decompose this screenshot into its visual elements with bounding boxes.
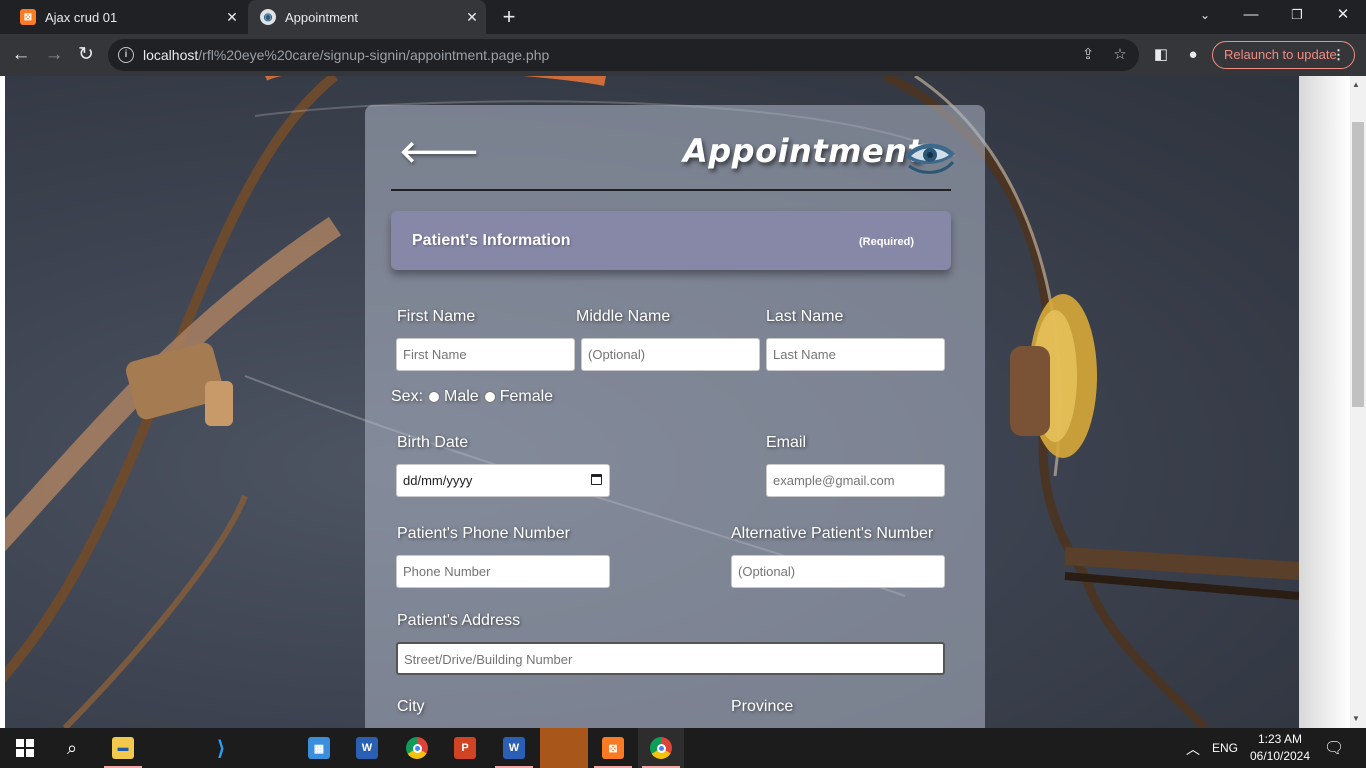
alt-phone-input[interactable]: (Optional)	[731, 555, 945, 588]
sex-field: Sex: Male Female	[391, 388, 553, 406]
word-button[interactable]: W	[344, 728, 390, 768]
windows-logo-icon	[16, 739, 34, 757]
menu-icon[interactable]: ⋮	[1332, 42, 1345, 68]
folder-icon: ▬	[112, 737, 134, 759]
minimize-button[interactable]: —	[1228, 0, 1274, 32]
page-viewport: ▲ ▼ 🡐 Appointment Patient's Information …	[0, 76, 1366, 728]
url-host: localhost	[143, 47, 199, 63]
chrome-icon	[650, 737, 672, 759]
chrome-window-button[interactable]	[638, 728, 684, 768]
address-input[interactable]: Street/Drive/Building Number	[396, 642, 945, 675]
tab-search-icon[interactable]: ⌄	[1182, 0, 1228, 32]
page-title: Appointment	[683, 132, 924, 170]
phone-label: Patient's Phone Number	[397, 525, 570, 542]
eye-care-logo-icon	[905, 143, 955, 174]
chevron-up-icon[interactable]: ︿	[1186, 739, 1200, 759]
close-icon[interactable]: ✕	[458, 9, 486, 26]
page-margin	[1299, 76, 1350, 728]
browser-toolbar: ← → ↻ i localhost/rfl%20eye%20care/signu…	[0, 34, 1366, 76]
profile-icon[interactable]: ●	[1182, 44, 1204, 66]
back-button[interactable]: ←	[8, 42, 34, 68]
email-label: Email	[766, 434, 807, 451]
search-icon: ⌕	[66, 737, 78, 758]
city-label: City	[397, 698, 425, 715]
tab-title: Ajax crud 01	[45, 9, 118, 25]
share-icon[interactable]: ⇪	[1078, 45, 1098, 65]
alt-phone-label: Alternative Patient's Number	[731, 525, 934, 542]
scrollbar-thumb[interactable]	[1352, 122, 1364, 407]
female-label[interactable]: Female	[500, 388, 553, 406]
address-bar[interactable]: i localhost/rfl%20eye%20care/signup-sign…	[108, 39, 1139, 71]
taskbar-highlight[interactable]	[540, 728, 588, 768]
chrome-icon	[406, 737, 428, 759]
tab-appointment[interactable]: ◉ Appointment ✕	[248, 0, 486, 34]
close-window-button[interactable]: ✕	[1320, 0, 1366, 32]
scroll-up-arrow-icon[interactable]: ▲	[1352, 80, 1360, 89]
male-radio[interactable]	[428, 391, 441, 403]
close-icon[interactable]: ✕	[218, 9, 246, 26]
control-panel-icon: ▦	[308, 737, 330, 759]
file-explorer-button[interactable]: ▬	[100, 728, 146, 768]
notification-icon[interactable]: 🗨	[1324, 738, 1344, 758]
appointment-form-card: 🡐 Appointment Patient's Information (Req…	[365, 105, 985, 728]
tab-title: Appointment	[285, 9, 358, 25]
eye-care-icon: ◉	[260, 9, 276, 25]
app-button[interactable]: ▦	[296, 728, 342, 768]
sex-label: Sex:	[391, 388, 424, 405]
chrome-button[interactable]	[394, 728, 440, 768]
xampp-icon: ⊠	[602, 737, 624, 759]
reload-button[interactable]: ↻	[73, 42, 99, 68]
powerpoint-button[interactable]: P	[442, 728, 488, 768]
male-label[interactable]: Male	[444, 388, 479, 406]
tab-ajax-crud[interactable]: ⊠ Ajax crud 01 ✕	[8, 0, 246, 34]
required-note: (Required)	[859, 236, 914, 248]
word-icon: W	[503, 737, 525, 759]
middle-name-input[interactable]: (Optional)	[581, 338, 760, 371]
calendar-icon[interactable]	[591, 474, 602, 485]
section-title: Patient's Information	[412, 232, 571, 249]
relaunch-label: Relaunch to update	[1224, 47, 1337, 62]
windows-taskbar: ⌕ ▬ ⟩ ▦ W P W ⊠ ︿ ENG 1:23 AM 06/10/2024…	[0, 728, 1366, 768]
url-path: /rfl%20eye%20care/signup-signin/appointm…	[198, 47, 550, 63]
female-radio[interactable]	[483, 391, 496, 403]
middle-name-label: Middle Name	[576, 308, 671, 325]
birth-date-label: Birth Date	[397, 434, 469, 451]
last-name-input[interactable]: Last Name	[766, 338, 945, 371]
xampp-button[interactable]: ⊠	[590, 728, 636, 768]
vscode-icon: ⟩	[210, 737, 232, 760]
new-tab-button[interactable]: +	[496, 4, 522, 30]
url-text: localhost/rfl%20eye%20care/signup-signin…	[143, 47, 549, 63]
vscode-button[interactable]: ⟩	[198, 728, 244, 768]
word-window-button[interactable]: W	[491, 728, 537, 768]
scroll-down-arrow-icon[interactable]: ▼	[1352, 714, 1360, 723]
first-name-input[interactable]: First Name	[396, 338, 575, 371]
search-button[interactable]: ⌕	[49, 728, 95, 768]
province-label: Province	[731, 698, 794, 715]
language-indicator[interactable]: ENG	[1212, 741, 1238, 755]
birth-date-input[interactable]: dd/mm/yyyy	[396, 464, 610, 497]
site-info-icon[interactable]: i	[118, 47, 134, 63]
start-button[interactable]	[2, 728, 48, 768]
clock-time[interactable]: 1:23 AM	[1252, 732, 1308, 746]
clock-date[interactable]: 06/10/2024	[1248, 749, 1312, 763]
phone-input[interactable]: Phone Number	[396, 555, 610, 588]
restore-button[interactable]: ❐	[1274, 0, 1320, 32]
xampp-icon: ⊠	[20, 9, 36, 25]
first-name-label: First Name	[397, 308, 476, 325]
word-icon: W	[356, 737, 378, 759]
address-label: Patient's Address	[397, 612, 521, 629]
section-header: Patient's Information (Required)	[391, 211, 951, 270]
email-input[interactable]: example@gmail.com	[766, 464, 945, 497]
last-name-label: Last Name	[766, 308, 844, 325]
bookmark-star-icon[interactable]: ☆	[1110, 45, 1130, 65]
birth-date-placeholder: dd/mm/yyyy	[403, 473, 473, 488]
back-arrow-icon[interactable]: 🡐	[399, 138, 479, 168]
side-panel-icon[interactable]: ◧	[1150, 44, 1172, 66]
powerpoint-icon: P	[454, 737, 476, 759]
browser-tab-bar: ⊠ Ajax crud 01 ✕ ◉ Appointment ✕ + ⌄ — ❐…	[0, 0, 1366, 34]
title-divider	[391, 189, 951, 191]
forward-button[interactable]: →	[41, 42, 67, 68]
relaunch-button[interactable]: Relaunch to update ⋮	[1212, 41, 1355, 69]
